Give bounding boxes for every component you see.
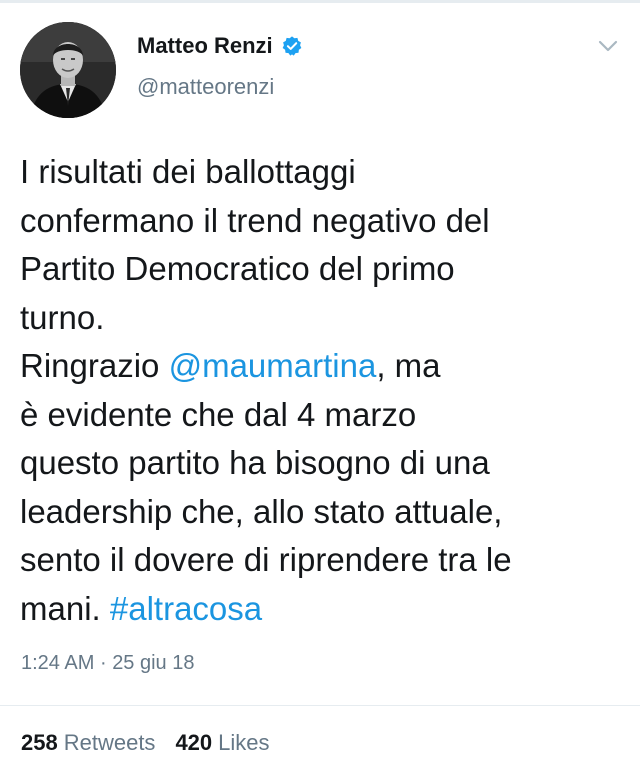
tweet-stats: 258 Retweets 420 Likes	[21, 730, 270, 756]
avatar[interactable]	[20, 22, 116, 118]
tweet-text-line: è evidente che dal 4 marzo	[20, 395, 417, 433]
likes-label: Likes	[218, 730, 270, 755]
tweet-text-fragment: mani.	[20, 589, 101, 627]
timestamp-separator: ·	[99, 652, 107, 674]
tweet-text-line: turno.	[20, 298, 105, 336]
verified-badge-icon	[282, 36, 302, 56]
likes-stat[interactable]: 420 Likes	[175, 730, 269, 756]
tweet-text-line: mani. #altracosa	[20, 585, 620, 634]
tweet-date: 25 giu 18	[112, 652, 195, 674]
tweet-text-line: leadership che, allo stato attuale,	[20, 492, 503, 530]
stats-divider	[0, 705, 640, 706]
tweet-text-line: questo partito ha bisogno di una	[20, 444, 490, 481]
tweet-text-line: confermano il trend negativo del	[20, 201, 490, 239]
tweet-text-fragment: , ma	[376, 347, 441, 384]
author-handle[interactable]: @matteorenzi	[137, 74, 274, 100]
mention-link[interactable]: @maumartina	[169, 347, 377, 384]
tweet-time: 1:24 AM	[21, 652, 95, 674]
author-display-name[interactable]: Matteo Renzi	[137, 33, 273, 59]
hashtag-link[interactable]: #altracosa	[110, 590, 262, 627]
tweet-text-line: sento il dovere di riprendere tra le	[20, 541, 512, 578]
retweets-stat[interactable]: 258 Retweets	[21, 730, 155, 756]
tweet-text-line: I risultati dei ballottaggi	[20, 153, 356, 190]
profile-photo-icon	[20, 22, 116, 118]
retweets-label: Retweets	[63, 730, 156, 755]
tweet-text-line: Partito Democratico del primo	[20, 250, 455, 287]
chevron-down-icon[interactable]	[596, 36, 620, 56]
top-divider	[0, 0, 640, 3]
retweets-count: 258	[21, 730, 58, 755]
author-name-row[interactable]: Matteo Renzi	[137, 33, 303, 59]
tweet-text-fragment: Ringrazio	[20, 347, 160, 384]
likes-count: 420	[175, 730, 213, 755]
tweet-text-line: Ringrazio @maumartina, ma	[20, 342, 620, 391]
tweet-timestamp[interactable]: 1:24 AM · 25 giu 18	[21, 652, 194, 675]
tweet-text: I risultati dei ballottaggi confermano i…	[20, 148, 620, 633]
